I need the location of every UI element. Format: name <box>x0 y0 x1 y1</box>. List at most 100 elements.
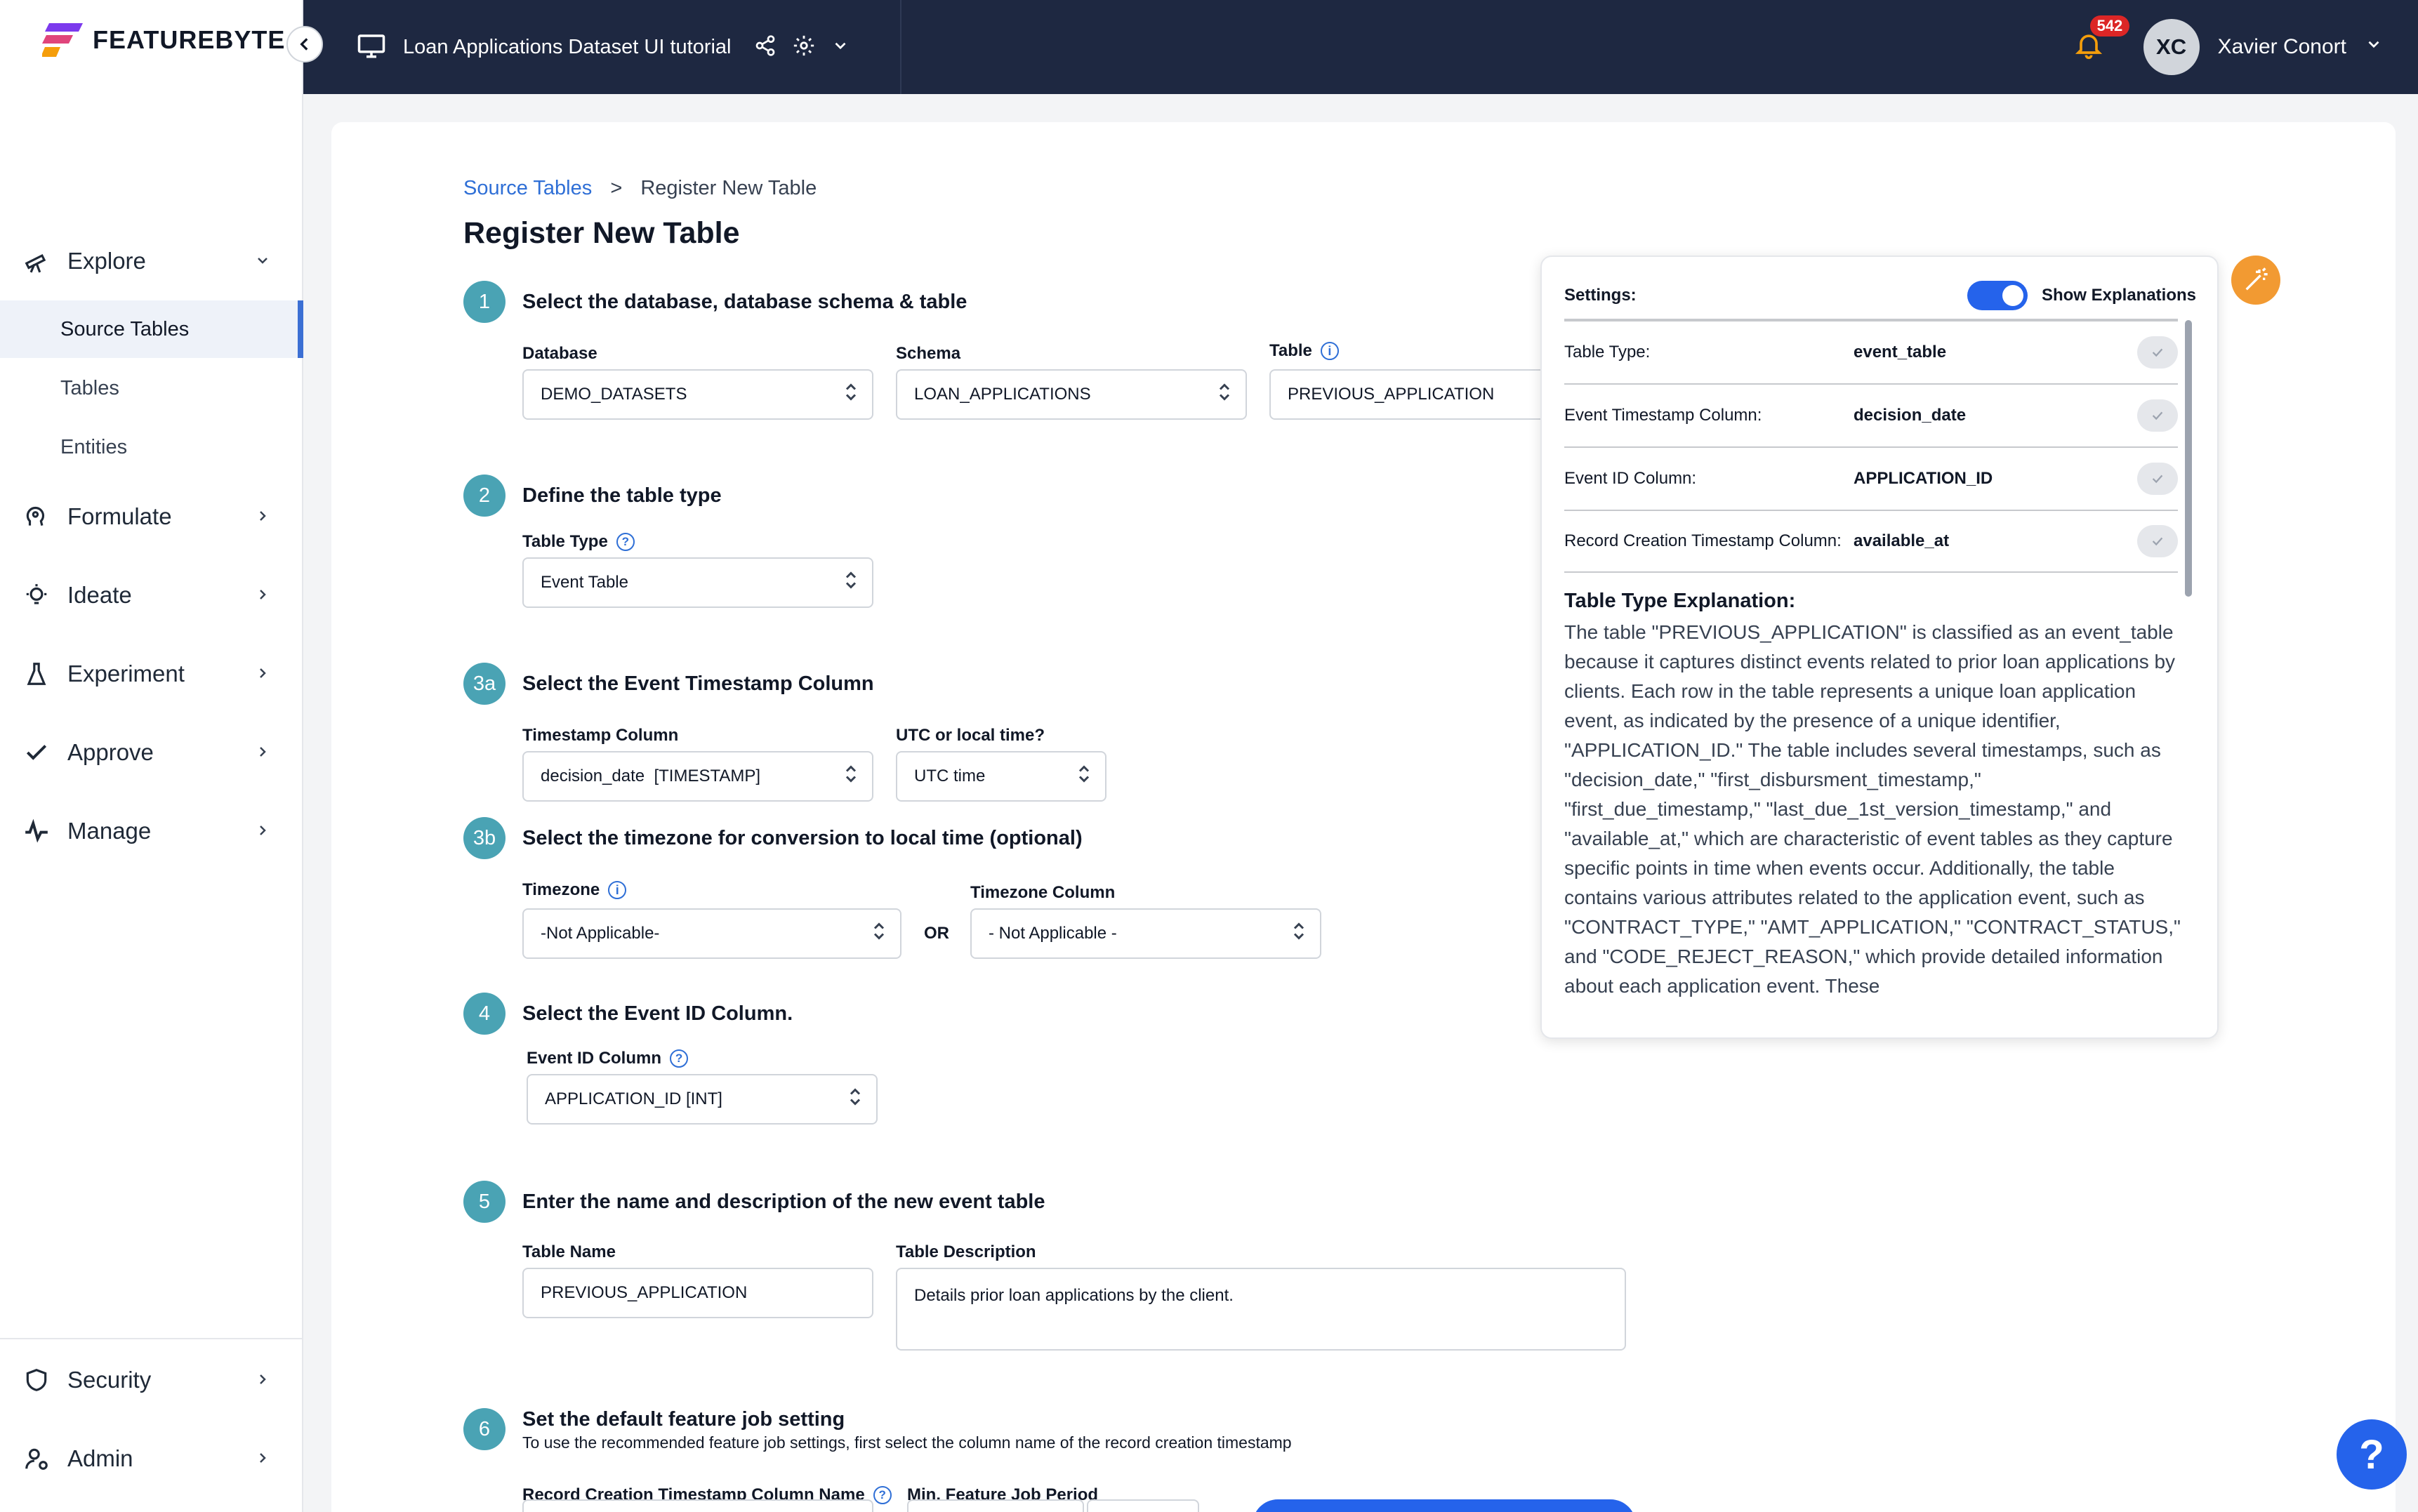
user-gear-icon <box>22 1445 51 1473</box>
sidebar-item-tables[interactable]: Tables <box>0 359 303 417</box>
field-label: Timezone Column <box>970 883 1116 902</box>
select-value: UTC time <box>914 767 986 785</box>
setting-value: decision_date <box>1854 406 1967 425</box>
step-title: Select the timezone for conversion to lo… <box>522 827 1083 849</box>
sidebar-item-experiment[interactable]: Experiment <box>0 644 303 703</box>
record-creation-select[interactable] <box>522 1499 873 1512</box>
share-icon[interactable] <box>754 34 777 60</box>
settings-row: Event Timestamp Column: decision_date <box>1564 383 2178 446</box>
table-type-label: Table Type ? <box>522 532 635 552</box>
settings-row: Record Creation Timestamp Column: availa… <box>1564 510 2178 573</box>
event-id-select[interactable]: APPLICATION_ID [INT] <box>527 1074 878 1125</box>
sidebar-item-label: Admin <box>67 1445 133 1471</box>
avatar[interactable]: XC <box>2143 19 2200 75</box>
chevron-right-icon <box>254 1445 271 1472</box>
check-icon[interactable] <box>2137 463 2178 495</box>
utc-local-select[interactable]: UTC time <box>896 751 1106 802</box>
table-description-input[interactable]: Details prior loan applications by the c… <box>896 1268 1626 1351</box>
select-value: LOAN_APPLICATIONS <box>914 385 1091 404</box>
sidebar-item-ideate[interactable]: Ideate <box>0 566 303 625</box>
sidebar-item-approve[interactable]: Approve <box>0 723 303 782</box>
settings-row: Table Type: event_table <box>1564 320 2178 383</box>
step-title: Define the table type <box>522 484 722 507</box>
chevron-right-icon <box>254 503 271 530</box>
feature-job-period-unit-select[interactable] <box>1087 1499 1199 1512</box>
schema-select[interactable]: LOAN_APPLICATIONS <box>896 369 1247 420</box>
sort-caret-icon <box>848 1087 862 1112</box>
info-icon[interactable]: i <box>608 881 627 899</box>
setting-key: Event Timestamp Column: <box>1564 406 1762 425</box>
step-title: Select the Event ID Column. <box>522 1002 793 1025</box>
database-select[interactable]: DEMO_DATASETS <box>522 369 873 420</box>
setting-key: Record Creation Timestamp Column: <box>1564 531 1842 550</box>
sidebar-item-source-tables[interactable]: Source Tables <box>0 300 303 358</box>
sidebar-item-security[interactable]: Security <box>0 1351 303 1410</box>
table-name-input[interactable]: PREVIOUS_APPLICATION <box>522 1268 873 1318</box>
sidebar-item-entities[interactable]: Entities <box>0 418 303 476</box>
step-number: 2 <box>463 475 506 517</box>
recommend-settings-button[interactable] <box>1253 1499 1636 1512</box>
field-label: Schema <box>896 344 961 363</box>
notifications-button[interactable]: 542 <box>2073 15 2130 65</box>
sidebar-item-label: Experiment <box>67 661 185 687</box>
page-title: Register New Table <box>463 216 740 250</box>
show-explanations-toggle[interactable] <box>1967 281 2028 310</box>
scrollbar[interactable] <box>2185 320 2192 597</box>
sort-caret-icon <box>1217 383 1231 407</box>
sidebar-item-admin[interactable]: Admin <box>0 1429 303 1488</box>
chevron-right-icon <box>254 1367 271 1393</box>
field-label: Timezone <box>522 880 600 899</box>
chevron-down-icon[interactable] <box>831 37 850 58</box>
sidebar-item-formulate[interactable]: Formulate <box>0 487 303 546</box>
collapse-sidebar-button[interactable] <box>286 26 323 62</box>
magic-wand-icon <box>2245 267 2268 291</box>
step-number: 5 <box>463 1181 506 1223</box>
breadcrumb-link-source-tables[interactable]: Source Tables <box>463 177 592 199</box>
timezone-column-select[interactable]: - Not Applicable - <box>970 908 1321 959</box>
input-value: Details prior loan applications by the c… <box>914 1286 1234 1305</box>
help-icon[interactable]: ? <box>873 1486 892 1504</box>
table-type-select[interactable]: Event Table <box>522 557 873 608</box>
step-title: Select the database, database schema & t… <box>522 291 967 313</box>
chevron-right-icon <box>254 661 271 687</box>
step-number: 3a <box>463 663 506 705</box>
help-icon[interactable]: ? <box>670 1049 689 1068</box>
check-icon[interactable] <box>2137 336 2178 369</box>
sidebar-item-manage[interactable]: Manage <box>0 802 303 861</box>
timestamp-column-select[interactable]: decision_date [TIMESTAMP] <box>522 751 873 802</box>
check-icon[interactable] <box>2137 399 2178 432</box>
info-icon[interactable]: i <box>1320 342 1339 360</box>
setting-key: Table Type: <box>1564 343 1651 362</box>
timezone-select[interactable]: -Not Applicable- <box>522 908 901 959</box>
setting-value: APPLICATION_ID <box>1854 469 1993 488</box>
settings-title: Settings: <box>1564 286 1637 305</box>
gear-icon[interactable] <box>792 34 816 61</box>
sort-caret-icon <box>872 922 886 946</box>
chevron-down-icon[interactable] <box>2365 35 2383 59</box>
sort-caret-icon <box>1292 922 1306 946</box>
step-title: Select the Event Timestamp Column <box>522 672 874 695</box>
field-label: Table Description <box>896 1242 1036 1261</box>
breadcrumb: Source Tables > Register New Table <box>463 177 817 200</box>
help-button[interactable]: ? <box>2337 1419 2407 1490</box>
or-separator: OR <box>924 924 949 943</box>
sidebar-item-label: Security <box>67 1367 152 1393</box>
check-icon <box>22 738 51 767</box>
help-icon[interactable]: ? <box>616 533 635 551</box>
setting-key: Event ID Column: <box>1564 469 1697 488</box>
sidebar-item-explore[interactable]: Explore <box>0 232 303 291</box>
notification-badge: 542 <box>2089 15 2130 37</box>
setting-value: event_table <box>1854 343 1947 362</box>
explanation-title: Table Type Explanation: <box>1564 590 1796 612</box>
logo[interactable]: FEATUREBYTE <box>41 20 285 60</box>
user-menu[interactable]: 542 XC Xavier Conort <box>2073 0 2383 94</box>
top-bar: Loan Applications Dataset UI tutorial 54… <box>303 0 2418 94</box>
check-icon[interactable] <box>2137 525 2178 557</box>
setting-value: available_at <box>1854 531 1950 550</box>
step-number: 6 <box>463 1408 506 1450</box>
project-selector[interactable]: Loan Applications Dataset UI tutorial <box>303 0 901 94</box>
feature-job-period-input[interactable] <box>907 1499 1084 1512</box>
telescope-icon <box>22 247 51 275</box>
step-title: Enter the name and description of the ne… <box>522 1191 1045 1213</box>
magic-wand-button[interactable] <box>2231 256 2280 305</box>
